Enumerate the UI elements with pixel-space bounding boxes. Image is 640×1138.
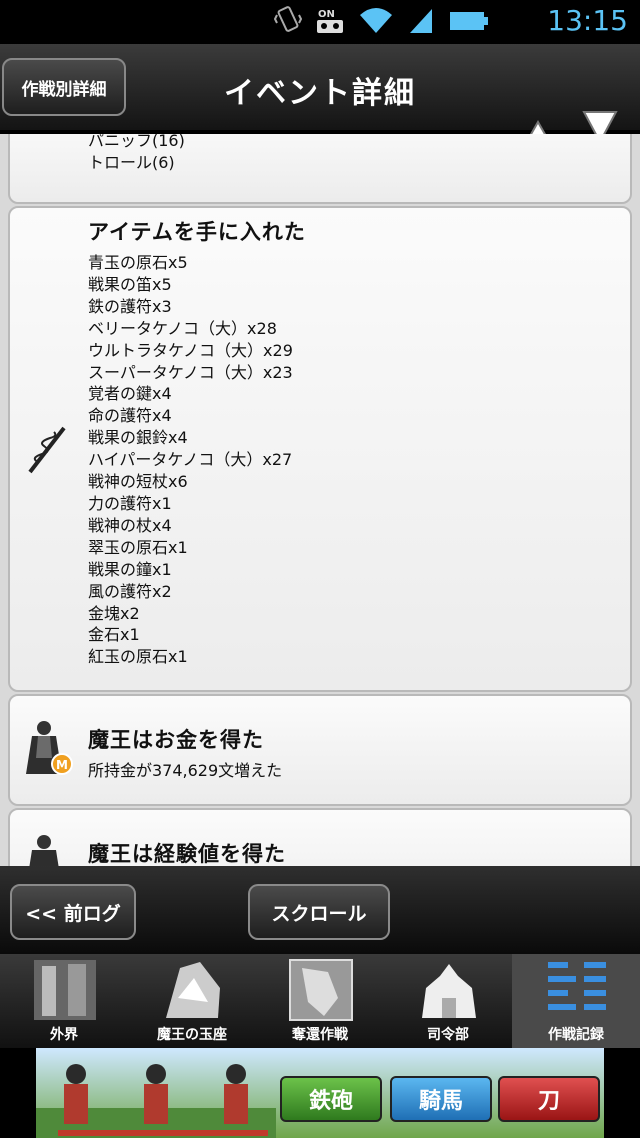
item-entry: 命の護符x4 (88, 406, 172, 426)
tab-label: 奪還作戦 (292, 1027, 348, 1043)
event-card-items: アイテムを手に入れた 青玉の原石x5 戦果の笛x5 鉄の護符x3 ベリータケノコ（大）… (8, 206, 632, 692)
money-gain-text: 所持金が374,629文増えた (88, 761, 283, 780)
tab-throne[interactable]: 魔王の玉座 (128, 954, 256, 1048)
item-entry: ベリータケノコ（大）x28 (88, 318, 277, 338)
battery-icon (448, 5, 490, 39)
item-entry: 風の護符x2 (88, 581, 172, 601)
item-entry: 翠玉の原石x1 (88, 537, 188, 557)
item-entry: 青玉の原石x5 (88, 253, 188, 272)
status-bar: ON 13:15 (0, 0, 640, 44)
item-entry: 鉄の護符x3 (88, 296, 172, 316)
list-item: トロール(6) (88, 152, 175, 172)
ad-banner[interactable]: 鉄砲 騎馬 刀 (36, 1048, 604, 1138)
card-heading: 魔王はお金を得た (88, 728, 264, 752)
tab-bar: 外界 魔王の玉座 奪還作戦 司令部 作戦記録 (0, 954, 640, 1048)
tab-recapture[interactable]: 奪還作戦 (256, 954, 384, 1048)
item-entry: 覚者の鍵x4 (88, 384, 172, 404)
item-entry: 力の護符x1 (88, 493, 172, 513)
item-entry: 戦神の短杖x6 (88, 472, 188, 492)
ad-gun-button[interactable]: 鉄砲 (280, 1076, 382, 1122)
item-entry: 紅玉の原石x1 (88, 647, 188, 667)
svg-text:M: M (56, 758, 68, 772)
page-title: イベント詳細 (224, 76, 416, 111)
tab-label: 司令部 (427, 1027, 469, 1043)
list-item: パニッフ(16) (88, 134, 185, 150)
svg-text:ON: ON (318, 9, 335, 20)
event-card-monsters: パニッフ(16) トロール(6) (8, 134, 632, 204)
map-icon (288, 958, 354, 1022)
card-heading: 魔王は経験値を得た (88, 842, 286, 866)
card-heading: アイテムを手に入れた (88, 220, 306, 244)
item-entry: 戦果の鐘x1 (88, 559, 172, 579)
item-entry: 戦神の杖x4 (88, 515, 172, 535)
ad-cavalry-button[interactable]: 騎馬 (390, 1076, 492, 1122)
clock: 13:15 (547, 4, 628, 37)
item-entry: 金塊x2 (88, 603, 140, 623)
staff-icon (24, 424, 68, 480)
voicemail-icon: ON (316, 5, 344, 39)
throne-icon (160, 958, 226, 1022)
tab-battle-record[interactable]: 作戦記録 (512, 954, 640, 1048)
outside-icon (32, 958, 98, 1022)
demon-lord-icon: M (24, 718, 74, 784)
signal-icon (408, 5, 434, 39)
headquarters-icon (416, 958, 482, 1022)
scroll-button[interactable]: スクロール (248, 884, 390, 940)
event-card-exp: 魔王は経験値を得た (8, 808, 632, 866)
item-entry: 戦果の銀鈴x4 (88, 428, 188, 448)
event-log[interactable]: パニッフ(16) トロール(6) アイテムを手に入れた 青玉の原石x5 戦果の笛x… (0, 134, 640, 866)
prev-log-button[interactable]: << 前ログ (10, 884, 136, 940)
app-header: 作戦別詳細 イベント詳細 (0, 44, 640, 151)
item-entry: 戦果の笛x5 (88, 274, 172, 294)
wifi-icon (358, 5, 394, 39)
event-card-money: M 魔王はお金を得た 所持金が374,629文増えた (8, 694, 632, 806)
tab-headquarters[interactable]: 司令部 (384, 954, 512, 1048)
item-entry: スーパータケノコ（大）x23 (88, 362, 293, 382)
item-entry: 金石x1 (88, 625, 140, 645)
record-list-icon (544, 958, 610, 1022)
tab-label: 魔王の玉座 (157, 1027, 227, 1043)
vibrate-icon (273, 5, 303, 39)
tab-label: 外界 (50, 1027, 78, 1043)
tab-outside[interactable]: 外界 (0, 954, 128, 1048)
item-entry: ハイパータケノコ（大）x27 (88, 450, 293, 470)
ad-sword-button[interactable]: 刀 (498, 1076, 600, 1122)
item-entry: ウルトラタケノコ（大）x29 (88, 340, 293, 360)
samurai-soldiers-illustration (36, 1064, 276, 1138)
log-nav-bar: << 前ログ スクロール (0, 866, 640, 954)
demon-lord-icon (24, 832, 74, 866)
tab-label: 作戦記録 (548, 1027, 604, 1043)
